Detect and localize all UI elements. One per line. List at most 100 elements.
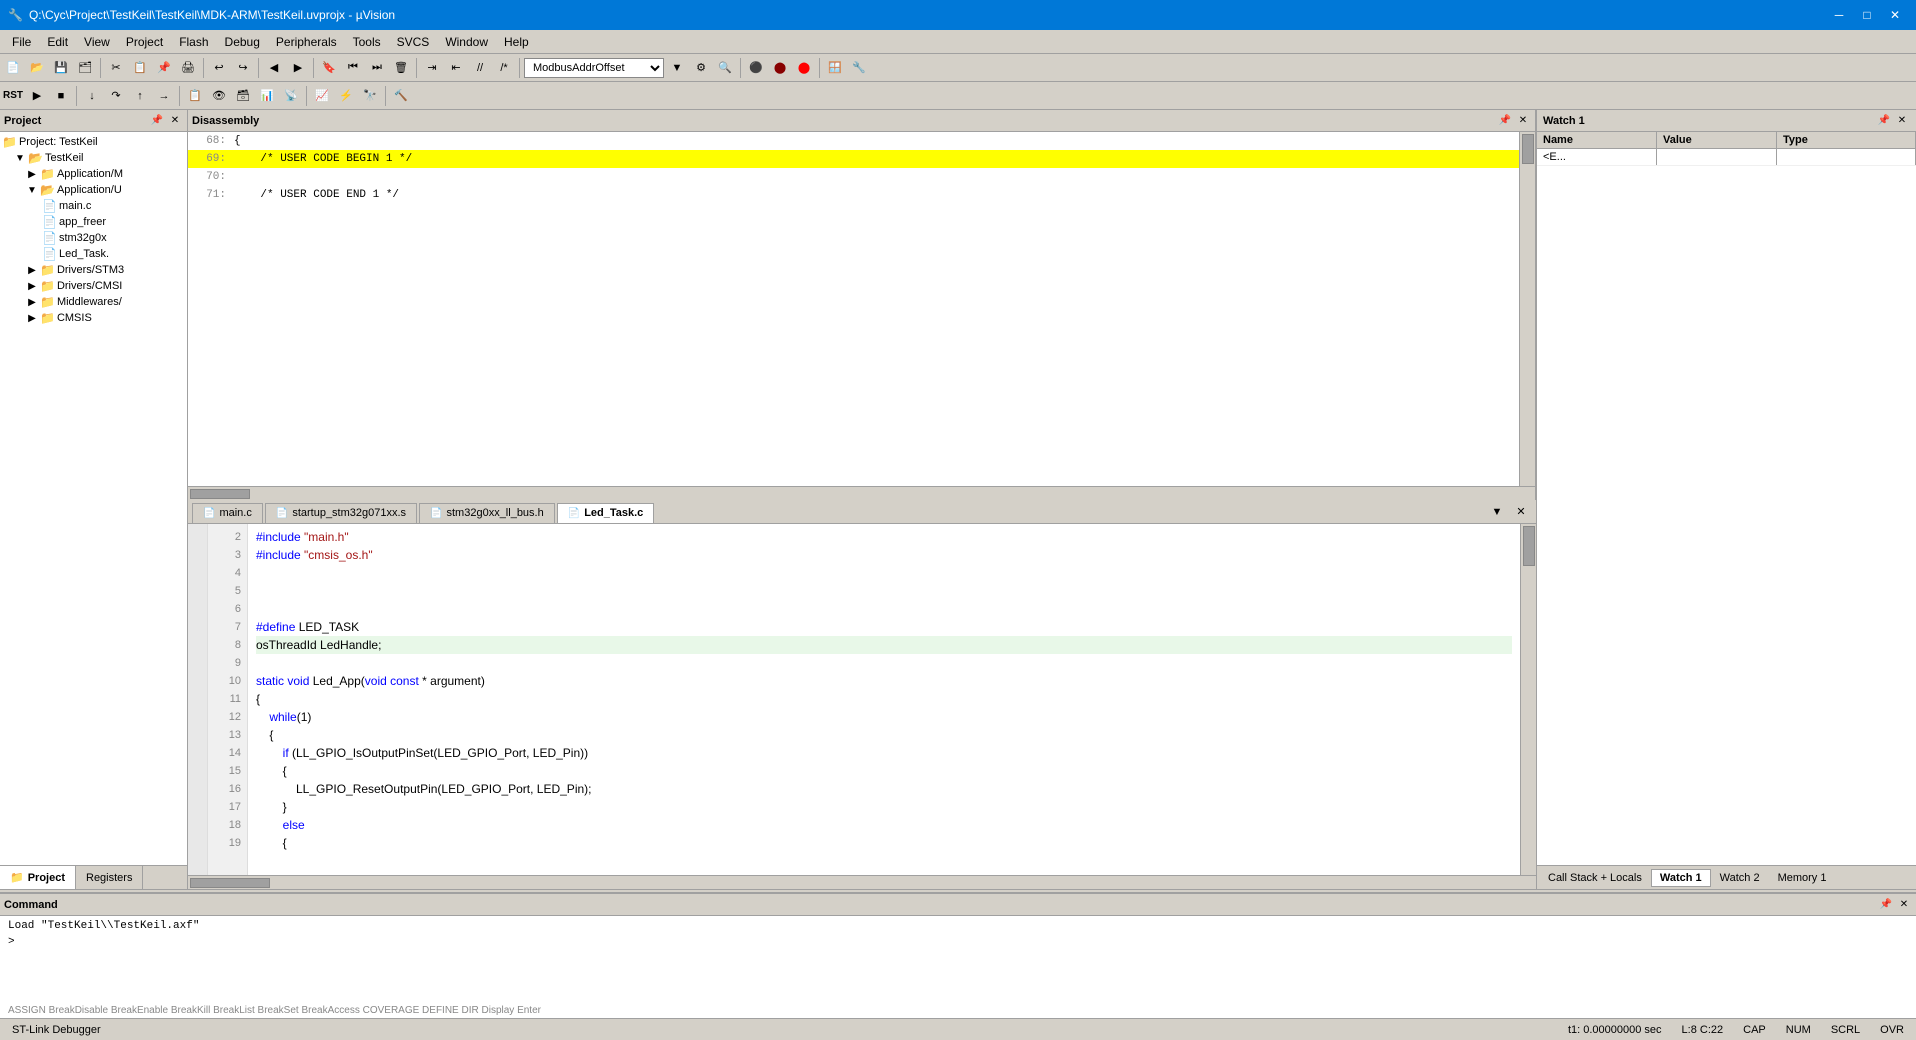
undo-button[interactable]: ↩ bbox=[208, 57, 230, 79]
stop-button[interactable]: ⬤ bbox=[793, 57, 815, 79]
editor-tab-mainc[interactable]: 📄 main.c bbox=[192, 503, 263, 523]
comment-button[interactable]: // bbox=[469, 57, 491, 79]
bookmark-prev[interactable]: ⏮ bbox=[342, 57, 364, 79]
disasm-hscroll-thumb[interactable] bbox=[190, 489, 250, 499]
watch-view-btn[interactable]: 👁 bbox=[208, 85, 230, 107]
expand-icon-appU[interactable]: ▼ bbox=[26, 184, 38, 196]
sys-viewer-btn[interactable]: 🔭 bbox=[359, 85, 381, 107]
expand-icon-testkeil[interactable]: ▼ bbox=[14, 152, 26, 164]
tree-node-middlewares[interactable]: ▶ 📁 Middlewares/ bbox=[2, 294, 185, 310]
tree-node-stm32g0x[interactable]: 📄 stm32g0x bbox=[2, 230, 185, 246]
logic-btn[interactable]: ⚡ bbox=[335, 85, 357, 107]
redo-button[interactable]: ↪ bbox=[232, 57, 254, 79]
menu-debug[interactable]: Debug bbox=[217, 33, 268, 51]
nav-forward-button[interactable]: ▶ bbox=[287, 57, 309, 79]
menu-help[interactable]: Help bbox=[496, 33, 537, 51]
reset-button[interactable]: RST bbox=[2, 85, 24, 107]
tab-registers[interactable]: Registers bbox=[76, 866, 143, 889]
menu-flash[interactable]: Flash bbox=[171, 33, 216, 51]
command-close-button[interactable]: ✕ bbox=[1896, 897, 1912, 913]
watch-tab-watch2[interactable]: Watch 2 bbox=[1711, 869, 1769, 887]
menu-tools[interactable]: Tools bbox=[345, 33, 389, 51]
disasm-scrollbar-v[interactable] bbox=[1519, 132, 1535, 486]
tree-node-cmsis[interactable]: ▶ 📁 CMSIS bbox=[2, 310, 185, 326]
tree-node-drivercmsi[interactable]: ▶ 📁 Drivers/CMSI bbox=[2, 278, 185, 294]
editor-tab-ledtask[interactable]: 📄 Led_Task.c bbox=[557, 503, 655, 523]
manage-button[interactable]: ⚙ bbox=[690, 57, 712, 79]
save-all-button[interactable]: 🗂 bbox=[74, 57, 96, 79]
new-file-button[interactable]: 📄 bbox=[2, 57, 24, 79]
menu-view[interactable]: View bbox=[76, 33, 118, 51]
perf-btn[interactable]: 📊 bbox=[256, 85, 278, 107]
run-to-cursor[interactable]: → bbox=[153, 85, 175, 107]
disasm-close-button[interactable]: ✕ bbox=[1515, 113, 1531, 129]
menu-peripherals[interactable]: Peripherals bbox=[268, 33, 345, 51]
code-content[interactable]: #include "main.h" #include "cmsis_os.h" … bbox=[248, 524, 1520, 876]
menu-svcs[interactable]: SVCS bbox=[389, 33, 438, 51]
run-stop-button[interactable]: ⚫ bbox=[745, 57, 767, 79]
step-over-button[interactable]: ↷ bbox=[105, 85, 127, 107]
open-button[interactable]: 📂 bbox=[26, 57, 48, 79]
watch-row-0[interactable]: <E... bbox=[1537, 149, 1916, 166]
menu-file[interactable]: File bbox=[4, 33, 39, 51]
expand-icon-appM[interactable]: ▶ bbox=[26, 168, 38, 180]
menu-window[interactable]: Window bbox=[437, 33, 496, 51]
code-scrollbar-v[interactable] bbox=[1520, 524, 1536, 876]
tree-node-appM[interactable]: ▶ 📁 Application/M bbox=[2, 166, 185, 182]
paste-button[interactable]: 📌 bbox=[153, 57, 175, 79]
step-out-button[interactable]: ↑ bbox=[129, 85, 151, 107]
code-hscroll-thumb[interactable] bbox=[190, 878, 270, 888]
disasm-pin-button[interactable]: 📌 bbox=[1497, 113, 1513, 129]
command-pin-button[interactable]: 📌 bbox=[1878, 897, 1894, 913]
maximize-button[interactable]: □ bbox=[1854, 5, 1880, 25]
step-into-button[interactable]: ↓ bbox=[81, 85, 103, 107]
run-button[interactable]: ⬤ bbox=[769, 57, 791, 79]
editor-tab-startup[interactable]: 📄 startup_stm32g071xx.s bbox=[265, 503, 417, 523]
expand-icon-drivercmsi[interactable]: ▶ bbox=[26, 280, 38, 292]
tab-close-button[interactable]: ✕ bbox=[1510, 501, 1532, 523]
bookmark-button[interactable]: 🔖 bbox=[318, 57, 340, 79]
close-button[interactable]: ✕ bbox=[1882, 5, 1908, 25]
unindent-button[interactable]: ⇤ bbox=[445, 57, 467, 79]
menu-project[interactable]: Project bbox=[118, 33, 171, 51]
tree-node-project[interactable]: 📁 Project: TestKeil bbox=[2, 134, 185, 150]
watch-pin-button[interactable]: 📌 bbox=[1876, 113, 1892, 129]
indent-button[interactable]: ⇥ bbox=[421, 57, 443, 79]
uncomment-button[interactable]: /* bbox=[493, 57, 515, 79]
search-button[interactable]: 🔍 bbox=[714, 57, 736, 79]
save-button[interactable]: 💾 bbox=[50, 57, 72, 79]
bookmark-next[interactable]: ⏭ bbox=[366, 57, 388, 79]
watch-close-button[interactable]: ✕ bbox=[1894, 113, 1910, 129]
project-close-button[interactable]: ✕ bbox=[167, 113, 183, 129]
expand-icon-driverstm3[interactable]: ▶ bbox=[26, 264, 38, 276]
watch-tab-watch1[interactable]: Watch 1 bbox=[1651, 869, 1711, 887]
project-pin-button[interactable]: 📌 bbox=[149, 113, 165, 129]
minimize-button[interactable]: ─ bbox=[1826, 5, 1852, 25]
combo-dropdown[interactable]: ▼ bbox=[666, 57, 688, 79]
tool-btn[interactable]: 🔨 bbox=[390, 85, 412, 107]
print-button[interactable]: 🖨 bbox=[177, 57, 199, 79]
disasm-scrollbar-h[interactable] bbox=[188, 486, 1535, 500]
analysis-btn[interactable]: 📈 bbox=[311, 85, 333, 107]
tree-node-driverstm3[interactable]: ▶ 📁 Drivers/STM3 bbox=[2, 262, 185, 278]
settings-btn[interactable]: 🔧 bbox=[848, 57, 870, 79]
tree-node-testkeil[interactable]: ▼ 📂 TestKeil bbox=[2, 150, 185, 166]
cut-button[interactable]: ✂ bbox=[105, 57, 127, 79]
command-input[interactable] bbox=[15, 936, 1908, 948]
watch-tab-callstack[interactable]: Call Stack + Locals bbox=[1539, 869, 1651, 887]
disasm-scroll-thumb[interactable] bbox=[1522, 134, 1534, 164]
watch-tab-memory1[interactable]: Memory 1 bbox=[1769, 869, 1836, 887]
code-scroll-thumb[interactable] bbox=[1523, 526, 1535, 566]
command-prompt[interactable]: > bbox=[8, 932, 1908, 952]
debug-btn1[interactable]: ▶ bbox=[26, 85, 48, 107]
tree-node-mainc[interactable]: 📄 main.c bbox=[2, 198, 185, 214]
window-btn[interactable]: 🪟 bbox=[824, 57, 846, 79]
target-combo[interactable]: ModbusAddrOffset bbox=[524, 58, 664, 78]
bookmark-clear[interactable]: 🗑 bbox=[390, 57, 412, 79]
tree-node-ledtask[interactable]: 📄 Led_Task. bbox=[2, 246, 185, 262]
expand-icon-middlewares[interactable]: ▶ bbox=[26, 296, 38, 308]
nav-back-button[interactable]: ◀ bbox=[263, 57, 285, 79]
code-scrollbar-h[interactable] bbox=[188, 875, 1536, 889]
editor-tab-bus[interactable]: 📄 stm32g0xx_ll_bus.h bbox=[419, 503, 555, 523]
tree-node-appU[interactable]: ▼ 📂 Application/U bbox=[2, 182, 185, 198]
